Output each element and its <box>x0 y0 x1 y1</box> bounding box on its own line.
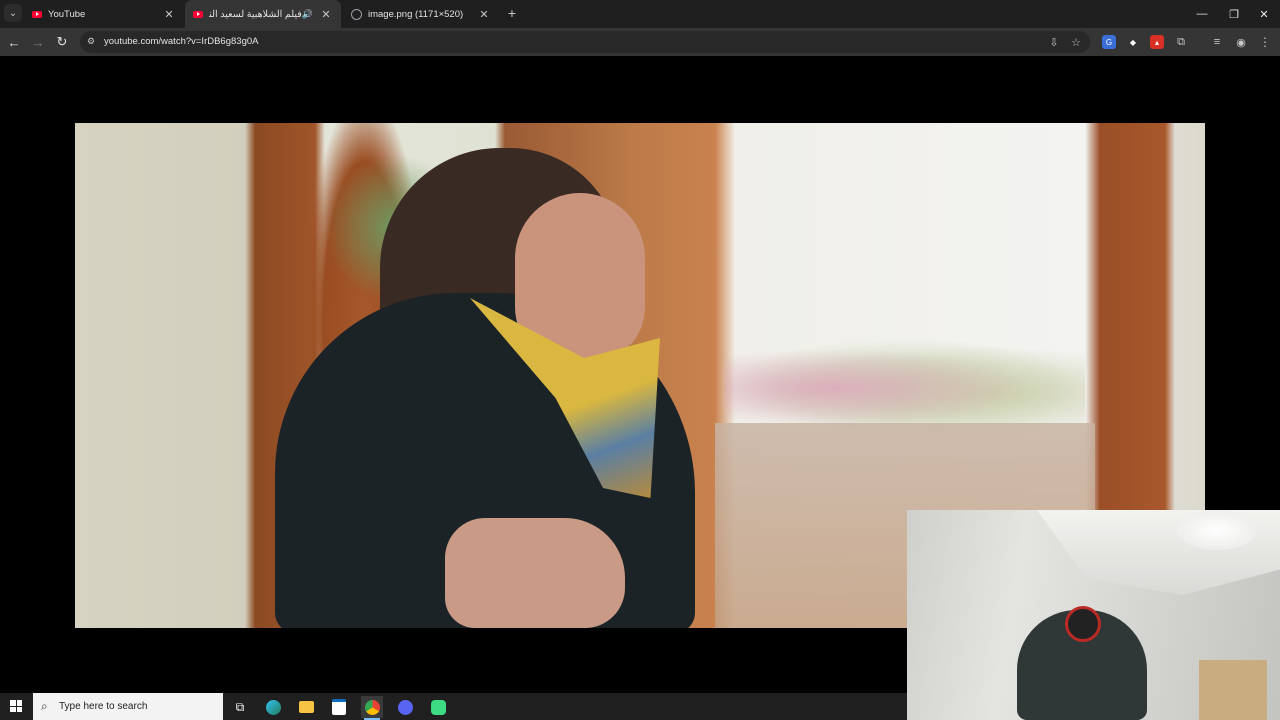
chrome-icon[interactable] <box>361 696 383 720</box>
install-app-icon[interactable]: ⇩ <box>1046 34 1062 50</box>
back-button[interactable]: ← <box>5 33 23 51</box>
red-extension-icon[interactable]: ▴ <box>1150 35 1164 49</box>
discord-icon[interactable] <box>394 696 416 718</box>
media-control-icon[interactable]: ≡ <box>1210 35 1224 49</box>
reload-icon: ↻ <box>56 34 68 49</box>
speaker-icon[interactable]: 🔊 <box>302 9 313 20</box>
reload-button[interactable]: ↻ <box>53 33 71 51</box>
close-icon[interactable]: ✕ <box>319 8 333 21</box>
tab-strip: ⌄ YouTube ✕ فيلم الشلاهبية لسعيد الناصري… <box>0 0 1280 28</box>
forward-button[interactable]: → <box>29 33 47 51</box>
taskbar: ⌕ Type here to search ⧉ <box>0 693 907 720</box>
youtube-icon <box>32 10 42 18</box>
site-info-icon[interactable]: ⚙ <box>87 36 97 47</box>
tab-title: image.png (1171×520) <box>368 8 464 20</box>
taskbar-search-input[interactable]: ⌕ Type here to search <box>33 693 223 720</box>
window-close-button[interactable]: ✕ <box>1248 0 1280 28</box>
globe-icon <box>351 8 362 20</box>
edge-icon[interactable] <box>262 696 284 718</box>
tab-search-button[interactable]: ⌄ <box>4 4 22 22</box>
tab-title: YouTube <box>48 8 86 20</box>
youtube-icon <box>193 10 203 18</box>
file-explorer-icon[interactable] <box>295 696 317 718</box>
store-icon[interactable] <box>328 696 350 718</box>
tab-title: فيلم الشلاهبية لسعيد الناصري <box>209 8 302 20</box>
search-placeholder: Type here to search <box>59 701 148 712</box>
windows-start-icon[interactable] <box>10 700 22 712</box>
arrow-right-icon: → <box>31 34 45 50</box>
tab-image[interactable]: image.png (1171×520) ✕ <box>343 0 499 28</box>
extensions-puzzle-icon[interactable]: ⧉ <box>1174 35 1188 49</box>
restore-button[interactable]: ❐ <box>1218 0 1250 28</box>
url-text[interactable]: youtube.com/watch?v=IrDB6g83g0A <box>104 31 258 53</box>
video-frame-hands <box>445 518 625 628</box>
webcam-light <box>1177 510 1257 550</box>
browser-toolbar: ← → ↻ ⚙ youtube.com/watch?v=IrDB6g83g0A … <box>0 28 1280 56</box>
android-app-icon[interactable] <box>427 696 449 718</box>
bookmark-star-icon[interactable]: ☆ <box>1068 34 1084 50</box>
webcam-overlay <box>907 510 1280 720</box>
minimize-button[interactable]: — <box>1186 0 1218 28</box>
close-icon[interactable]: ✕ <box>162 8 176 21</box>
chevron-down-icon: ⌄ <box>8 7 18 19</box>
new-tab-button[interactable]: + <box>505 6 519 20</box>
diamond-extension-icon[interactable]: ◆ <box>1126 35 1140 49</box>
address-bar[interactable]: ⚙ youtube.com/watch?v=IrDB6g83g0A ⇩ ☆ <box>80 31 1090 53</box>
search-icon: ⌕ <box>41 699 48 713</box>
task-view-icon[interactable]: ⧉ <box>229 696 251 718</box>
profile-icon[interactable]: ◉ <box>1234 35 1248 49</box>
webcam-headset <box>1065 606 1101 642</box>
translate-extension-icon[interactable]: G <box>1102 35 1116 49</box>
webcam-door <box>1199 660 1267 720</box>
more-menu-icon[interactable]: ⋮ <box>1258 35 1272 49</box>
tab-active-video[interactable]: فيلم الشلاهبية لسعيد الناصري 🔊 ✕ <box>185 0 341 28</box>
close-icon[interactable]: ✕ <box>477 8 491 21</box>
arrow-left-icon: ← <box>7 34 21 50</box>
tab-youtube[interactable]: YouTube ✕ <box>24 0 184 28</box>
